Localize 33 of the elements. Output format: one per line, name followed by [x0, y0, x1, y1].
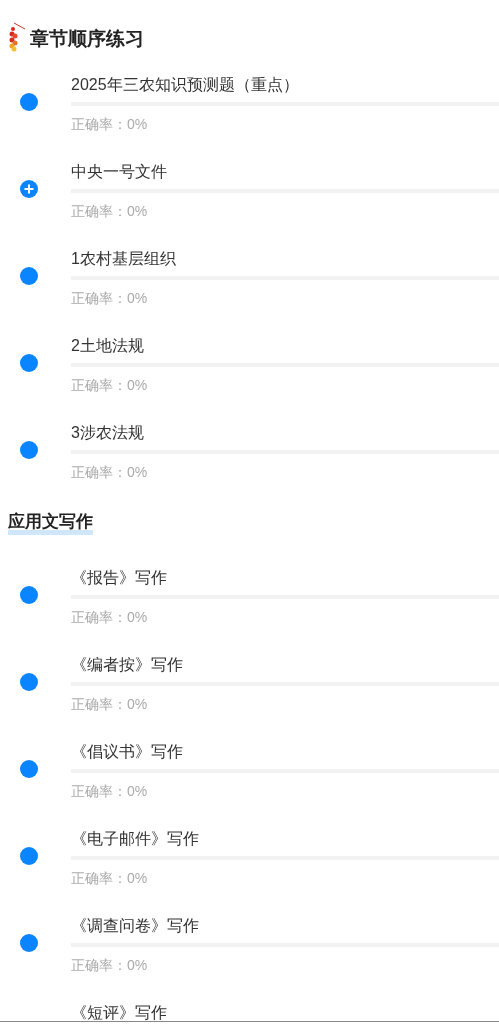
dot-icon	[20, 586, 38, 604]
chapter-title[interactable]: 《电子邮件》写作	[71, 824, 499, 854]
accuracy-text: 正确率：0%	[71, 289, 149, 308]
accuracy-text: 正确率：0%	[71, 202, 149, 221]
chapter-title[interactable]: 《倡议书》写作	[71, 737, 499, 767]
accuracy-text: 正确率：0%	[71, 782, 149, 801]
dot-icon	[20, 267, 38, 285]
accuracy-text: 正确率：0%	[71, 869, 149, 888]
dot-icon	[20, 673, 38, 691]
chapter-title[interactable]: 《短评》写作	[71, 998, 499, 1021]
chapter-title[interactable]: 《报告》写作	[71, 563, 499, 593]
accuracy-text: 正确率：0%	[71, 608, 149, 627]
chapter-title[interactable]: 《调查问卷》写作	[71, 911, 499, 941]
chapter-title[interactable]: 2025年三农知识预测题（重点）	[71, 70, 499, 100]
section-title: 章节顺序练习	[30, 26, 144, 51]
dot-icon	[20, 441, 38, 459]
chapter-title[interactable]: 3涉农法规	[71, 418, 499, 448]
dot-icon	[20, 93, 38, 111]
plus-circle-icon[interactable]	[20, 180, 38, 198]
accuracy-text: 正确率：0%	[71, 956, 149, 975]
accuracy-text: 正确率：0%	[71, 115, 149, 134]
section-title: 应用文写作	[8, 509, 93, 535]
dot-icon	[20, 760, 38, 778]
dot-icon	[20, 934, 38, 952]
chapter-title[interactable]: 1农村基层组织	[71, 244, 499, 274]
chapter-title[interactable]: 《编者按》写作	[71, 650, 499, 680]
accuracy-text: 正确率：0%	[71, 695, 149, 714]
dot-icon	[20, 847, 38, 865]
chapter-title[interactable]: 中央一号文件	[71, 157, 499, 187]
accuracy-text: 正确率：0%	[71, 463, 149, 482]
dot-icon	[20, 354, 38, 372]
chapter-title[interactable]: 2土地法规	[71, 331, 499, 361]
accuracy-text: 正确率：0%	[71, 376, 149, 395]
